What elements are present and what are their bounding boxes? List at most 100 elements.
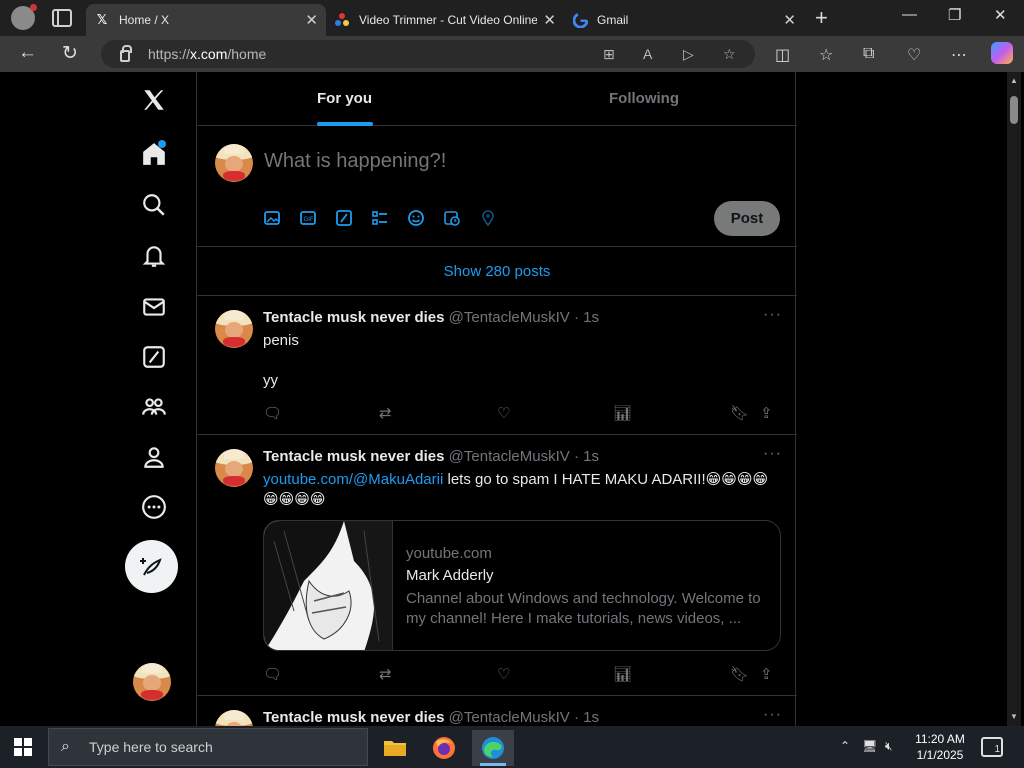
compose-post-button[interactable] bbox=[125, 540, 178, 593]
tab-for-you[interactable]: For you bbox=[317, 90, 372, 107]
messages-envelope-icon[interactable] bbox=[125, 287, 182, 327]
new-tab-button[interactable]: + bbox=[815, 5, 828, 31]
favorites-icon[interactable]: ☆ bbox=[819, 45, 833, 65]
post-author-name[interactable]: Tentacle musk never dies bbox=[263, 709, 444, 726]
post-author-handle[interactable]: @TentacleMuskIV bbox=[449, 709, 570, 726]
post-avatar[interactable] bbox=[215, 449, 253, 487]
like-icon[interactable]: ♡ bbox=[497, 665, 510, 683]
browser-tab-video-trimmer[interactable]: Video Trimmer - Cut Video Online ✕ bbox=[326, 4, 564, 36]
share-icon[interactable]: ⇪ bbox=[760, 404, 773, 422]
post-more-icon[interactable]: ··· bbox=[763, 306, 782, 324]
back-button[interactable]: ← bbox=[18, 42, 37, 64]
favorite-star-icon[interactable]: ☆ bbox=[723, 46, 736, 63]
post-item[interactable]: Tentacle musk never dies @TentacleMuskIV… bbox=[197, 696, 797, 726]
network-icon[interactable]: 🖥︎ bbox=[862, 739, 877, 753]
timeline-tabs: For you Following bbox=[197, 72, 797, 126]
notification-center-icon[interactable]: 1 bbox=[981, 737, 1003, 757]
close-tab-icon[interactable]: ✕ bbox=[783, 11, 796, 29]
firefox-icon[interactable] bbox=[423, 730, 465, 766]
show-hidden-icons-chevron-icon[interactable]: ⌃ bbox=[840, 739, 850, 753]
post-author-handle[interactable]: @TentacleMuskIV bbox=[449, 448, 570, 465]
profile-icon[interactable] bbox=[125, 437, 182, 477]
browser-tab-gmail[interactable]: Gmail ✕ bbox=[564, 4, 804, 36]
gif-icon[interactable]: GIF bbox=[299, 209, 335, 227]
post-avatar[interactable] bbox=[215, 710, 253, 726]
repost-icon[interactable]: ⇄ bbox=[379, 404, 392, 422]
page-scrollbar[interactable]: ▲ ▼ bbox=[1007, 72, 1021, 726]
volume-muted-icon[interactable]: 🔇︎ bbox=[885, 739, 893, 754]
scrollbar-thumb[interactable] bbox=[1010, 96, 1018, 124]
more-options-icon[interactable] bbox=[125, 487, 182, 527]
post-author-name[interactable]: Tentacle musk never dies bbox=[263, 448, 444, 465]
collections-icon[interactable]: ⧉ bbox=[863, 45, 874, 63]
app-available-icon[interactable]: ⊞ bbox=[603, 46, 615, 63]
url-text[interactable]: https://x.com/home bbox=[148, 46, 266, 62]
restore-button[interactable]: ❐ bbox=[948, 6, 961, 24]
views-icon[interactable]: 📊︎ bbox=[613, 404, 632, 422]
post-item[interactable]: Tentacle musk never dies @TentacleMuskIV… bbox=[197, 296, 797, 435]
profile-avatar-icon[interactable] bbox=[11, 4, 37, 30]
schedule-icon[interactable] bbox=[443, 209, 479, 227]
show-new-posts-button[interactable]: Show 280 posts bbox=[197, 247, 797, 296]
settings-more-icon[interactable]: ⋯ bbox=[951, 45, 967, 65]
notifications-bell-icon[interactable] bbox=[125, 236, 182, 276]
post-item[interactable]: Tentacle musk never dies @TentacleMuskIV… bbox=[197, 435, 797, 696]
edge-icon[interactable] bbox=[472, 730, 514, 766]
address-bar[interactable]: https://x.com/home ⊞ A ▷ ☆ bbox=[101, 40, 755, 68]
clock-date: 1/1/2025 bbox=[916, 748, 964, 762]
scroll-up-arrow-icon[interactable]: ▲ bbox=[1010, 76, 1018, 85]
composer-input[interactable]: What is happening?! bbox=[264, 150, 446, 173]
refresh-button[interactable]: ↻ bbox=[62, 42, 78, 65]
grok-icon[interactable] bbox=[125, 337, 182, 377]
lock-icon[interactable] bbox=[120, 45, 132, 62]
read-aloud-icon[interactable]: A bbox=[643, 46, 652, 62]
file-explorer-icon[interactable] bbox=[374, 730, 416, 766]
media-icon[interactable] bbox=[263, 209, 299, 227]
post-author-handle[interactable]: @TentacleMuskIV bbox=[449, 309, 570, 326]
close-tab-icon[interactable]: ✕ bbox=[305, 11, 318, 29]
post-button[interactable]: Post bbox=[714, 201, 780, 236]
share-icon[interactable]: ⇪ bbox=[760, 665, 773, 683]
emoji-icon[interactable] bbox=[407, 209, 443, 227]
tab-following[interactable]: Following bbox=[609, 90, 679, 107]
copilot-icon[interactable] bbox=[991, 42, 1013, 64]
views-icon[interactable]: 📊︎ bbox=[613, 665, 632, 683]
poll-icon[interactable] bbox=[371, 209, 407, 227]
taskbar-search-box[interactable]: ⌕ Type here to search bbox=[48, 728, 368, 766]
post-more-icon[interactable]: ··· bbox=[763, 706, 782, 724]
communities-icon[interactable] bbox=[125, 387, 182, 427]
link-preview-title: Mark Adderly bbox=[406, 567, 494, 584]
x-logo-nav-icon[interactable] bbox=[125, 80, 182, 120]
composer-avatar[interactable] bbox=[215, 144, 253, 182]
reply-icon[interactable]: 🗨︎ bbox=[263, 665, 282, 683]
minimize-button[interactable]: — bbox=[902, 6, 917, 23]
split-screen-icon[interactable]: ◫ bbox=[775, 45, 790, 65]
taskbar-clock[interactable]: 11:20 AM 1/1/2025 bbox=[909, 731, 971, 763]
post-author-name[interactable]: Tentacle musk never dies bbox=[263, 309, 444, 326]
post-time[interactable]: · 1s bbox=[574, 448, 599, 465]
bookmark-icon[interactable]: 🔖︎ bbox=[730, 404, 749, 422]
video-icon[interactable]: ▷ bbox=[683, 46, 694, 63]
post-avatar[interactable] bbox=[215, 310, 253, 348]
close-window-button[interactable]: ✕ bbox=[994, 6, 1007, 24]
like-icon[interactable]: ♡ bbox=[497, 404, 510, 422]
reply-icon[interactable]: 🗨︎ bbox=[263, 404, 282, 422]
link-preview-card[interactable]: youtube.com Mark Adderly Channel about W… bbox=[263, 520, 781, 651]
browser-essentials-icon[interactable]: ♡ bbox=[907, 45, 921, 65]
post-actions: 🗨︎ ⇄ ♡ 📊︎ 🔖︎ ⇪ bbox=[263, 404, 783, 424]
account-avatar[interactable] bbox=[133, 663, 171, 701]
windows-start-button[interactable] bbox=[14, 738, 32, 756]
post-time[interactable]: · 1s bbox=[574, 309, 599, 326]
post-time[interactable]: · 1s bbox=[574, 709, 599, 726]
post-link[interactable]: youtube.com/@MakuAdarii bbox=[263, 471, 443, 488]
repost-icon[interactable]: ⇄ bbox=[379, 665, 392, 683]
bookmark-icon[interactable]: 🔖︎ bbox=[730, 665, 749, 683]
post-more-icon[interactable]: ··· bbox=[763, 445, 782, 463]
grok-compose-icon[interactable] bbox=[335, 209, 371, 227]
browser-tab-x-home[interactable]: 𝕏 Home / X ✕ bbox=[86, 4, 326, 36]
home-icon[interactable] bbox=[125, 134, 182, 174]
scroll-down-arrow-icon[interactable]: ▼ bbox=[1010, 712, 1018, 721]
explore-search-icon[interactable] bbox=[125, 185, 182, 225]
close-tab-icon[interactable]: ✕ bbox=[543, 11, 556, 29]
tab-actions-icon[interactable] bbox=[52, 9, 72, 27]
